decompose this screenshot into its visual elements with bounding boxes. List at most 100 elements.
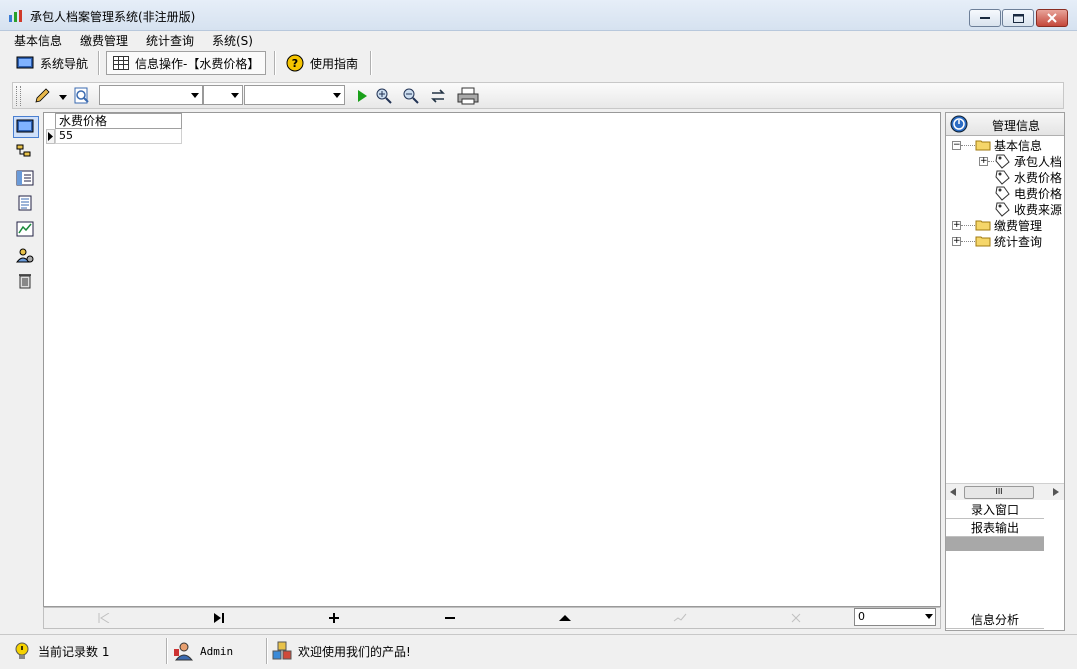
maximize-button[interactable] <box>1002 9 1034 27</box>
back-circle-icon[interactable] <box>950 115 968 133</box>
collapse-icon[interactable]: − <box>952 140 961 150</box>
document-icon[interactable] <box>16 195 34 211</box>
selected-bar <box>946 537 1044 551</box>
cubes-icon <box>272 641 292 660</box>
tab-user-guide[interactable]: ? 使用指南 <box>280 51 364 75</box>
status-bar: 当前记录数 1 Admin 欢迎使用我们的产品! <box>0 634 1077 669</box>
trash-icon[interactable] <box>16 273 34 289</box>
toolbar <box>12 82 1064 109</box>
delete-record-button[interactable] <box>440 611 460 625</box>
checkmark-icon <box>673 613 687 622</box>
user-settings-icon[interactable] <box>16 247 34 263</box>
tree-node-payment[interactable]: + 缴费管理 <box>952 217 1064 233</box>
dropdown-arrow-icon[interactable] <box>59 95 67 100</box>
window-title: 承包人档案管理系统(非注册版) <box>30 10 196 24</box>
tag-icon <box>995 202 1010 217</box>
refresh-icon[interactable] <box>429 87 447 105</box>
record-number-combo[interactable]: 0 <box>854 608 936 626</box>
tree-node-water-price[interactable]: 水费价格 <box>952 169 1064 185</box>
tree-structure-icon[interactable] <box>16 144 34 160</box>
zoom-in-icon[interactable] <box>375 87 393 105</box>
zoom-out-icon[interactable] <box>402 87 420 105</box>
expand-icon[interactable]: + <box>952 220 961 230</box>
divider <box>274 51 276 75</box>
tab-label: 信息操作-【水费价格】 <box>135 56 260 71</box>
scroll-thumb[interactable]: III <box>964 486 1034 499</box>
divider <box>98 51 100 75</box>
divider <box>166 638 168 664</box>
user-avatar-icon <box>174 642 194 661</box>
maximize-icon <box>1012 13 1024 23</box>
menu-system[interactable]: 系统(S) <box>212 32 253 49</box>
tree-node-electricity-price[interactable]: 电费价格 <box>952 185 1064 201</box>
tab-label: 系统导航 <box>40 56 89 71</box>
toolbar-grip[interactable] <box>16 86 21 106</box>
scroll-right-icon[interactable] <box>1053 488 1059 496</box>
edit-pencil-icon[interactable] <box>33 87 51 105</box>
scroll-left-icon[interactable] <box>950 488 956 496</box>
info-analysis-button[interactable]: 信息分析 <box>946 612 1044 629</box>
post-record-button[interactable] <box>670 611 690 625</box>
status-welcome: 欢迎使用我们的产品! <box>272 639 411 663</box>
bulb-warning-icon <box>15 642 29 659</box>
up-triangle-icon <box>559 615 571 621</box>
tree-label: 收费来源 <box>1014 202 1063 217</box>
title-bar[interactable]: 承包人档案管理系统(非注册版) <box>0 0 1077 31</box>
status-user: Admin <box>174 639 233 663</box>
insert-record-button[interactable] <box>324 611 344 625</box>
menu-payment[interactable]: 缴费管理 <box>80 32 128 49</box>
divider <box>370 51 372 75</box>
close-button[interactable] <box>1036 9 1068 27</box>
expand-icon[interactable]: + <box>952 236 961 246</box>
field-select[interactable] <box>99 85 203 105</box>
record-navigator: 0 <box>43 607 941 629</box>
value-select[interactable] <box>244 85 345 105</box>
help-icon: ? <box>286 54 304 72</box>
management-panel: 管理信息 − 基本信息 + 承包人档 水费价格 电费价格 收费来源 + 缴费管理… <box>945 112 1065 631</box>
tree-label: 电费价格 <box>1014 186 1063 201</box>
tree-node-basic-info[interactable]: − 基本信息 <box>952 137 1064 153</box>
operator-select[interactable] <box>203 85 243 105</box>
table-cell[interactable]: 55 <box>55 129 182 144</box>
search-icon[interactable] <box>73 87 91 105</box>
nav-tree: − 基本信息 + 承包人档 水费价格 电费价格 收费来源 + 缴费管理 + 统计… <box>952 137 1064 249</box>
tree-node-statistics[interactable]: + 统计查询 <box>952 233 1064 249</box>
left-tool-bar <box>10 113 43 631</box>
list-window-icon[interactable] <box>16 170 34 186</box>
last-record-button[interactable] <box>209 611 229 625</box>
status-record-count: 当前记录数 1 <box>12 639 109 663</box>
monitor-icon[interactable] <box>16 119 34 135</box>
tab-info-operation[interactable]: 信息操作-【水费价格】 <box>106 51 267 75</box>
minus-icon <box>445 617 455 619</box>
minimize-button[interactable] <box>969 9 1001 27</box>
folder-icon <box>975 220 991 231</box>
play-icon[interactable] <box>353 87 371 105</box>
expand-icon[interactable]: + <box>979 156 988 166</box>
tree-label: 承包人档 <box>1014 154 1063 169</box>
tag-icon <box>995 170 1010 185</box>
column-header[interactable]: 水费价格 <box>55 113 182 129</box>
menu-basic-info[interactable]: 基本信息 <box>14 32 62 49</box>
tab-system-nav[interactable]: 系统导航 <box>10 51 94 75</box>
first-record-button[interactable] <box>94 611 114 625</box>
data-grid[interactable]: 水费价格 55 <box>43 112 941 607</box>
tag-icon <box>995 186 1010 201</box>
entry-window-button[interactable]: 录入窗口 <box>946 502 1044 519</box>
panel-header: 管理信息 <box>946 113 1064 136</box>
tree-node-contractor[interactable]: + 承包人档 <box>952 153 1064 169</box>
menu-statistics[interactable]: 统计查询 <box>146 32 194 49</box>
tree-node-fee-source[interactable]: 收费来源 <box>952 201 1064 217</box>
horizontal-scrollbar[interactable]: III <box>946 483 1064 500</box>
row-indicator[interactable] <box>46 129 55 144</box>
folder-open-icon <box>975 140 991 151</box>
minimize-icon <box>980 17 990 19</box>
chart-window-icon[interactable] <box>16 221 34 237</box>
printer-icon[interactable] <box>457 87 479 105</box>
app-icon <box>9 10 22 22</box>
divider <box>266 638 268 664</box>
report-output-button[interactable]: 报表输出 <box>946 520 1044 537</box>
menu-bar: 基本信息 缴费管理 统计查询 系统(S) <box>0 31 1077 49</box>
nav-tab-bar: 系统导航 信息操作-【水费价格】 ? 使用指南 <box>0 49 1077 77</box>
cancel-record-button[interactable] <box>786 611 806 625</box>
edit-record-button[interactable] <box>555 611 575 625</box>
